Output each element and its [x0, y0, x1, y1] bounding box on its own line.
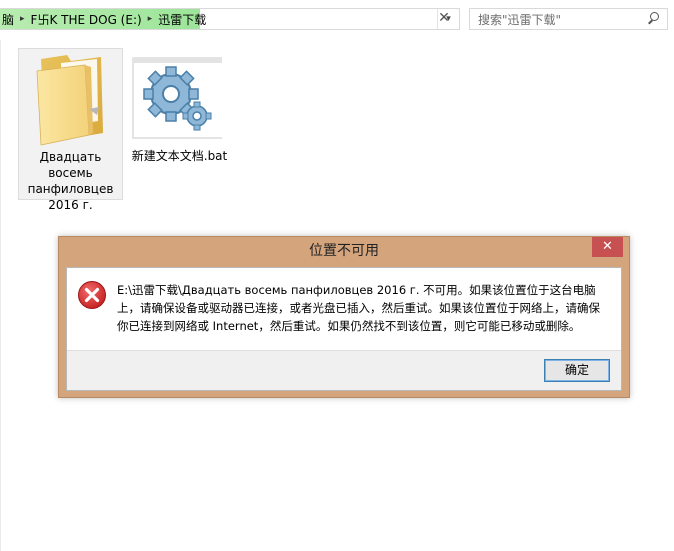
breadcrumb-item-folder[interactable]: 迅雷下载: [156, 11, 208, 28]
dialog-content: E:\迅雷下载\Двадцать восемь панфиловцев 2016…: [67, 268, 621, 350]
dialog-footer: 确定: [67, 350, 621, 390]
file-name: Двадцать восемь панфиловцев 2016 г.: [27, 150, 114, 212]
file-item-folder[interactable]: Двадцать восемь панфиловцев 2016 г.: [18, 48, 123, 212]
breadcrumb[interactable]: 脑 ▸ F卐K THE DOG (E:) ▸ 迅雷下载 ▾: [0, 8, 460, 30]
folder-icon: [36, 55, 103, 146]
breadcrumb-item-computer[interactable]: 脑: [0, 11, 16, 28]
navigation-pane-edge: [0, 40, 1, 551]
breadcrumb-separator-icon[interactable]: ▸: [144, 14, 157, 24]
dialog-titlebar[interactable]: 位置不可用 ✕: [59, 237, 629, 265]
search-placeholder: 搜索"迅雷下载": [478, 12, 562, 27]
explorer-window: 脑 ▸ F卐K THE DOG (E:) ▸ 迅雷下载 ▾ ✕ 搜索"迅雷下载": [0, 0, 674, 551]
search-icon[interactable]: [645, 9, 667, 29]
dialog-message: E:\迅雷下载\Двадцать восемь панфиловцев 2016…: [117, 283, 600, 333]
search-input[interactable]: 搜索"迅雷下载": [469, 8, 668, 30]
breadcrumb-separator-icon[interactable]: ▸: [16, 14, 29, 24]
chevron-down-icon[interactable]: ▾: [437, 9, 459, 29]
dialog-title: 位置不可用: [309, 243, 379, 259]
file-item-bat[interactable]: 新建文本文档.bat: [127, 48, 232, 200]
dialog-close-button[interactable]: ✕: [592, 237, 623, 257]
dialog-body: E:\迅雷下载\Двадцать восемь панфиловцев 2016…: [66, 267, 622, 391]
error-icon: [78, 281, 106, 309]
address-bar: 脑 ▸ F卐K THE DOG (E:) ▸ 迅雷下载 ▾ ✕ 搜索"迅雷下载": [0, 0, 674, 40]
file-name: 新建文本文档.bat: [131, 149, 228, 163]
bat-gear-icon: [132, 57, 222, 139]
ok-button[interactable]: 确定: [544, 359, 610, 382]
location-unavailable-dialog: 位置不可用 ✕ E:\迅雷下载\Двадцать восемь панфилов…: [58, 236, 630, 398]
breadcrumb-item-drive[interactable]: F卐K THE DOG (E:): [29, 11, 144, 28]
